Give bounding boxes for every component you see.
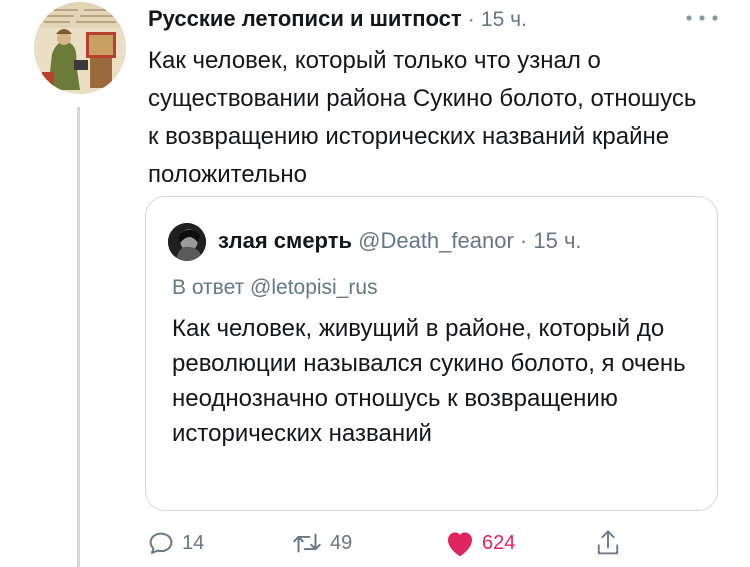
tweet-header: Русские летописи и шитпост · 15 ч. bbox=[148, 4, 527, 35]
share-button[interactable] bbox=[594, 525, 622, 561]
thread-line bbox=[77, 107, 80, 567]
separator-dot: · bbox=[467, 8, 475, 31]
author-avatar[interactable] bbox=[34, 2, 126, 94]
portrait-image bbox=[168, 223, 206, 261]
quoted-author-name[interactable]: злая смерть bbox=[218, 228, 352, 253]
share-icon bbox=[594, 528, 622, 558]
action-bar: 14 49 624 bbox=[0, 525, 750, 565]
reply-button[interactable]: 14 bbox=[146, 525, 204, 561]
manuscript-illustration bbox=[34, 2, 126, 94]
reply-count: 14 bbox=[182, 531, 205, 554]
retweet-count: 49 bbox=[330, 531, 353, 554]
tweet-timestamp[interactable]: 15 ч. bbox=[481, 8, 527, 31]
separator-dot: · bbox=[519, 228, 528, 253]
quoted-author-avatar bbox=[168, 223, 206, 261]
quoted-tweet-timestamp: 15 ч. bbox=[533, 228, 582, 253]
quoted-tweet[interactable]: злая смерть @Death_feanor · 15 ч. В отве… bbox=[145, 196, 718, 511]
like-button[interactable]: 624 bbox=[444, 525, 515, 561]
reply-icon bbox=[146, 528, 176, 558]
retweet-button[interactable]: 49 bbox=[290, 525, 352, 561]
quoted-author-handle[interactable]: @Death_feanor bbox=[358, 228, 514, 253]
tweet-text: Как человек, который только что узнал о … bbox=[148, 47, 697, 188]
retweet-icon bbox=[290, 528, 324, 558]
reply-to-label: В ответ @letopisi_rus bbox=[172, 276, 378, 299]
author-name[interactable]: Русские летописи и шитпост bbox=[148, 6, 462, 31]
more-icon[interactable] bbox=[683, 10, 721, 26]
like-count: 624 bbox=[482, 531, 516, 554]
like-icon bbox=[444, 528, 476, 558]
quoted-tweet-header: злая смерть @Death_feanor · 15 ч. bbox=[218, 226, 582, 256]
quoted-tweet-text: Как человек, живущий в районе, который д… bbox=[172, 315, 686, 447]
